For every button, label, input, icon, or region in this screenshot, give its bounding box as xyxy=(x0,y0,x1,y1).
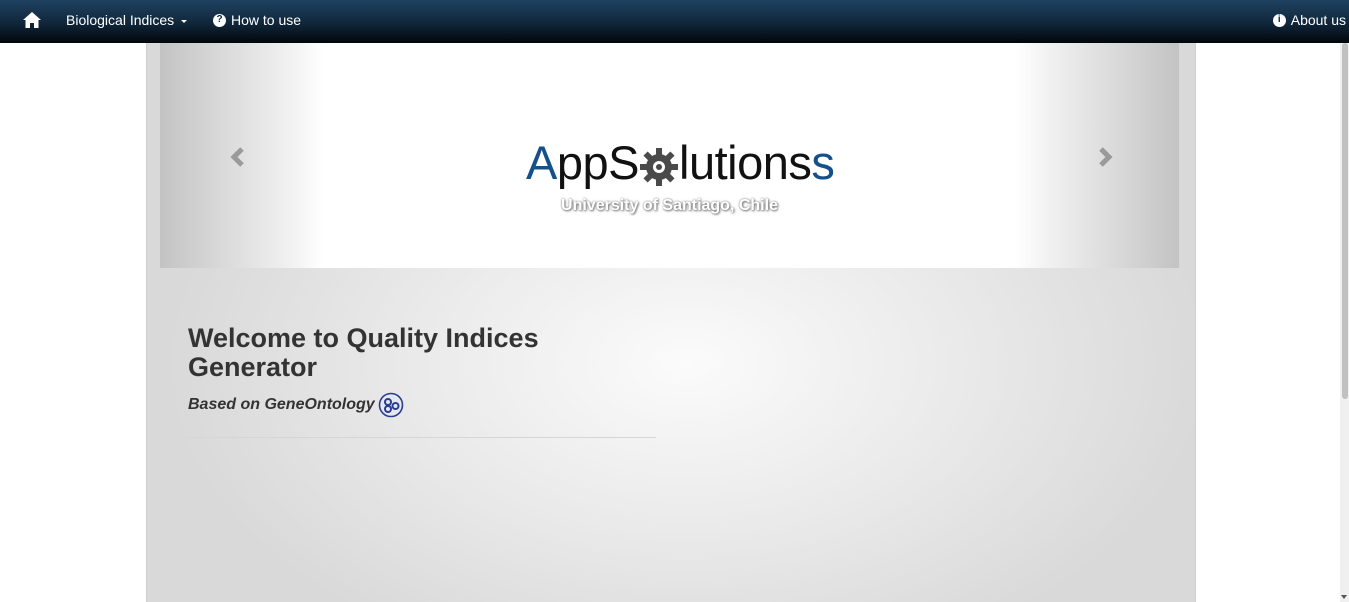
question-circle-icon: ? xyxy=(213,13,226,27)
logo-text-a: A xyxy=(526,136,557,189)
logo-text-s: s xyxy=(811,136,835,189)
scroll-down-arrow-icon[interactable] xyxy=(1341,595,1347,599)
home-icon xyxy=(23,12,41,28)
appsolutions-logo: AppS lutionss xyxy=(526,133,835,193)
gear-icon xyxy=(640,147,678,186)
info-circle-icon: i xyxy=(1272,13,1286,27)
about-us-link[interactable]: i About us xyxy=(1272,0,1346,40)
logo-text-lution: lutions xyxy=(679,136,812,189)
page-scrollbar[interactable] xyxy=(1340,43,1349,602)
biological-indices-dropdown[interactable]: Biological Indices xyxy=(66,0,188,40)
biological-indices-label: Biological Indices xyxy=(66,12,175,28)
caret-down-icon xyxy=(181,19,188,23)
top-navbar: Biological Indices ? How to use i About … xyxy=(0,0,1349,43)
carousel-prev-button[interactable] xyxy=(227,146,249,168)
main-container: AppS lutionss University of Santiago, Ch… xyxy=(146,43,1196,602)
divider xyxy=(188,437,656,438)
carousel: AppS lutionss University of Santiago, Ch… xyxy=(160,43,1179,268)
how-to-use-link[interactable]: ? How to use xyxy=(213,0,301,40)
about-us-label: About us xyxy=(1290,12,1346,28)
how-to-use-label: How to use xyxy=(231,12,302,28)
page-title: Welcome to Quality Indices Generator xyxy=(188,323,539,382)
tagline: Based on GeneOntology xyxy=(188,392,404,418)
tagline-text: Based on GeneOntology xyxy=(188,396,375,413)
scrollbar-thumb[interactable] xyxy=(1342,43,1348,399)
carousel-next-button[interactable] xyxy=(1094,146,1116,168)
logo-text-pps: ppS xyxy=(556,136,640,189)
logo-subtitle: University of Santiago, Chile xyxy=(561,197,778,214)
chevron-left-icon xyxy=(230,147,244,167)
home-button[interactable] xyxy=(22,0,42,40)
chevron-right-icon xyxy=(1099,147,1113,167)
gene-ontology-logo-icon xyxy=(378,392,403,418)
